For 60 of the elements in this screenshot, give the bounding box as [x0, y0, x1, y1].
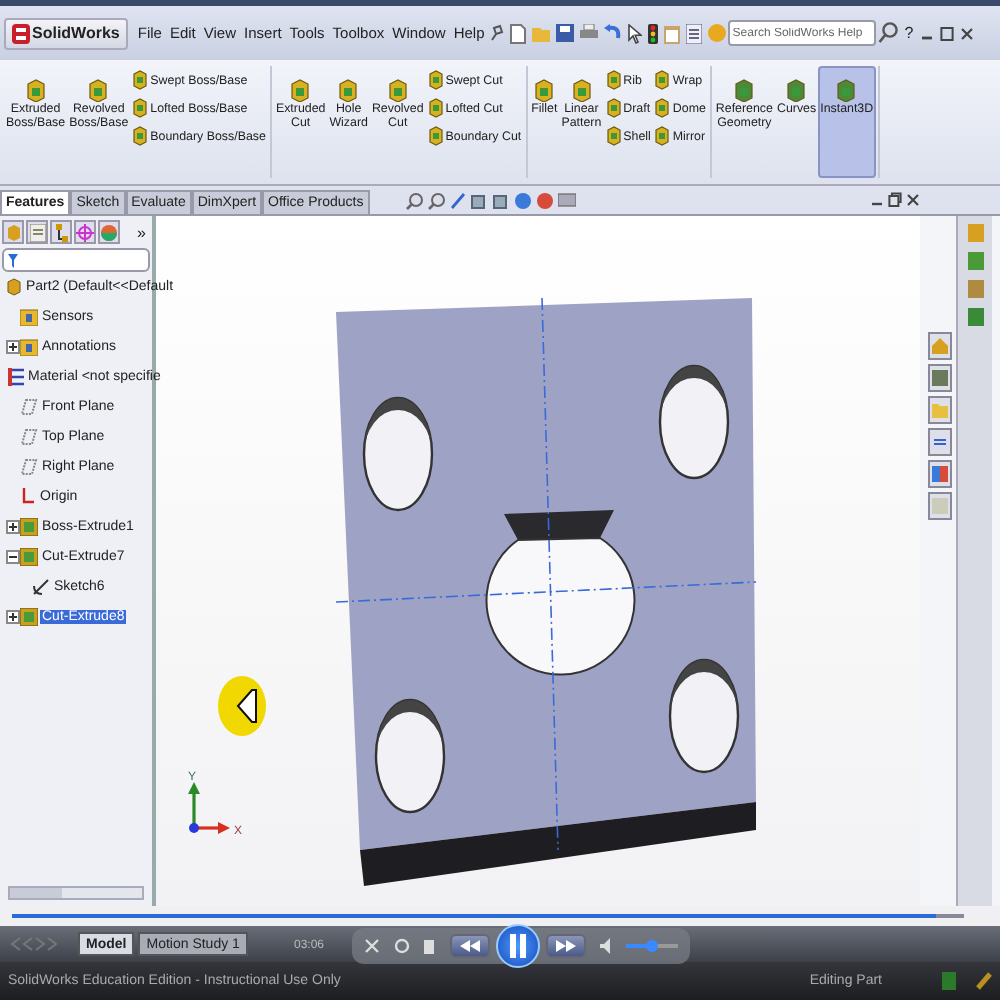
- new-document-icon[interactable]: [510, 23, 527, 43]
- task-pane-tab[interactable]: [928, 492, 952, 520]
- expander-icon[interactable]: [6, 520, 20, 534]
- hierarchy-icon: [53, 223, 69, 241]
- sphere-icon: [100, 223, 118, 241]
- task-pane-tab[interactable]: [928, 428, 952, 456]
- axis-triad-drawing: [188, 782, 230, 834]
- help-button[interactable]: ?: [904, 24, 914, 42]
- maximize-icon[interactable]: [939, 25, 954, 41]
- traffic-light-icon[interactable]: [648, 23, 659, 43]
- folder-icon: [932, 402, 948, 418]
- task-pane-tab[interactable]: [928, 460, 952, 488]
- list-icon[interactable]: [686, 23, 703, 43]
- restore-icon[interactable]: [888, 192, 902, 208]
- stop-icon[interactable]: [424, 939, 437, 953]
- close-icon[interactable]: [906, 192, 920, 208]
- list-icon: [29, 223, 45, 241]
- play-pause-button[interactable]: [496, 924, 541, 968]
- panel-tab[interactable]: [50, 220, 72, 244]
- pointer-icon[interactable]: [628, 23, 643, 43]
- speaker-icon[interactable]: [600, 938, 613, 954]
- save-icon[interactable]: [556, 24, 575, 42]
- magnifier-icon[interactable]: [427, 191, 446, 209]
- task-pane-tab[interactable]: [928, 364, 952, 392]
- pencil-icon[interactable]: [976, 972, 992, 990]
- fast-forward-icon: [556, 940, 577, 952]
- pin-icon[interactable]: [490, 24, 505, 42]
- previous-button[interactable]: [450, 934, 491, 958]
- expander-icon[interactable]: [6, 610, 20, 624]
- expander-icon[interactable]: [6, 550, 20, 564]
- filter-field[interactable]: [2, 248, 150, 272]
- list-icon: [932, 434, 948, 450]
- scrollbar[interactable]: [8, 886, 144, 900]
- task-pane-tab[interactable]: [928, 332, 952, 360]
- logo-text: SolidWorks: [32, 24, 120, 42]
- print-icon[interactable]: [580, 24, 599, 42]
- folder-icon: [20, 338, 38, 356]
- clipboard-icon[interactable]: [664, 23, 681, 43]
- shuffle-icon[interactable]: [364, 938, 381, 954]
- search-icon[interactable]: [878, 22, 899, 44]
- house-icon: [932, 338, 948, 354]
- funnel-icon: [8, 253, 18, 267]
- expander-icon[interactable]: [6, 340, 20, 354]
- crosshair-icon: [76, 223, 94, 241]
- monitor-icon[interactable]: [557, 191, 576, 209]
- sketch-icon: [32, 578, 50, 596]
- next-button[interactable]: [546, 934, 587, 958]
- logo-icon: [12, 23, 30, 43]
- magnifier-icon[interactable]: [405, 191, 424, 209]
- pause-icon: [510, 934, 527, 958]
- pointer-icon: [218, 676, 266, 736]
- task-pane-tab[interactable]: [928, 396, 952, 424]
- folder-icon: [20, 308, 38, 326]
- rewind-icon: [460, 940, 481, 952]
- origin-icon: [20, 488, 36, 506]
- undo-icon[interactable]: [604, 24, 623, 42]
- repeat-icon[interactable]: [394, 938, 411, 954]
- material-icon: [8, 368, 24, 386]
- close-icon[interactable]: [959, 25, 974, 41]
- expand-chevron[interactable]: »: [137, 223, 150, 241]
